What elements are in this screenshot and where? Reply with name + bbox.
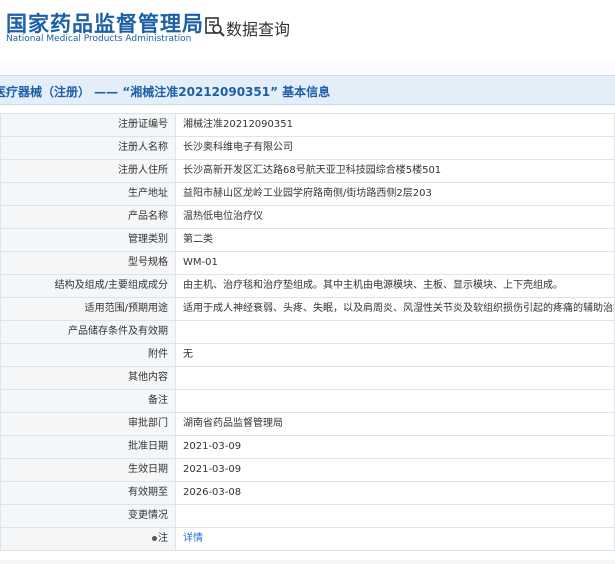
table-row: 生效日期 2021-03-09 <box>0 458 615 482</box>
row-label: 适用范围/预期用途 <box>0 297 176 321</box>
row-label: 审批部门 <box>0 412 176 436</box>
table-row: 审批部门 湖南省药品监督管理局 <box>0 412 615 436</box>
row-value <box>175 504 615 528</box>
table-row: 其他内容 <box>0 366 615 390</box>
row-value: 2021-03-09 <box>175 458 615 482</box>
table-bottom-edge <box>0 560 615 564</box>
row-value: 湘械注准20212090351 <box>175 113 615 137</box>
table-row: 注册人名称 长沙奥科维电子有限公司 <box>0 136 615 160</box>
row-value <box>175 389 615 413</box>
table-row: 适用范围/预期用途 适用于成人神经衰弱、头疼、失眠，以及肩周炎、风湿性关节炎及软… <box>0 297 615 321</box>
table-row: 批准日期 2021-03-09 <box>0 435 615 459</box>
row-label: 附件 <box>0 343 176 367</box>
site-header: 国家药品监督管理局 National Medical Products Admi… <box>0 0 615 60</box>
row-label: 注册证编号 <box>0 113 176 137</box>
search-document-icon <box>205 17 225 37</box>
table-row: 备注 <box>0 389 615 413</box>
table-row: 产品储存条件及有效期 <box>0 320 615 344</box>
table-row: 结构及组成/主要组成成分 由主机、治疗毯和治疗垫组成。其中主机由电源模块、主板、… <box>0 274 615 298</box>
row-label: 管理类别 <box>0 228 176 252</box>
row-value: 2026-03-08 <box>175 481 615 505</box>
row-value: 湖南省药品监督管理局 <box>175 412 615 436</box>
note-label-text: 注 <box>158 533 168 544</box>
table-row: 型号规格 WM-01 <box>0 251 615 275</box>
row-value: 无 <box>175 343 615 367</box>
header-spacer <box>0 60 615 75</box>
row-label: 型号规格 <box>0 251 176 275</box>
row-label: 产品名称 <box>0 205 176 229</box>
table-row: 注册证编号 湘械注准20212090351 <box>0 113 615 137</box>
row-label: 生产地址 <box>0 182 176 206</box>
table-row: 注 详情 <box>0 527 615 551</box>
row-label: 产品储存条件及有效期 <box>0 320 176 344</box>
details-link[interactable]: 详情 <box>175 527 615 551</box>
detail-table: 注册证编号 湘械注准20212090351 注册人名称 长沙奥科维电子有限公司 … <box>0 113 615 551</box>
row-label: 有效期至 <box>0 481 176 505</box>
row-value: 适用于成人神经衰弱、头疼、失眠，以及肩周炎、风湿性关节炎及软组织损伤引起的疼痛的… <box>175 297 615 321</box>
note-row-label: 注 <box>0 527 176 551</box>
table-row: 注册人住所 长沙高新开发区汇达路68号航天亚卫科技园综合楼5楼501 <box>0 159 615 183</box>
row-value: 由主机、治疗毯和治疗垫组成。其中主机由电源模块、主板、显示模块、上下壳组成。 <box>175 274 615 298</box>
row-label: 结构及组成/主要组成成分 <box>0 274 176 298</box>
row-value <box>175 366 615 390</box>
record-title-bar: 医疗器械（注册） —— “湘械注准20212090351” 基本信息 <box>0 75 615 105</box>
info-dot-icon <box>152 535 157 541</box>
row-value: 益阳市赫山区龙岭工业园学府路南侧/街坊路西侧2层203 <box>175 182 615 206</box>
table-row: 有效期至 2026-03-08 <box>0 481 615 505</box>
logo-title-en[interactable]: National Medical Products Administration <box>6 34 191 44</box>
row-label: 其他内容 <box>0 366 176 390</box>
row-label: 注册人名称 <box>0 136 176 160</box>
table-row: 生产地址 益阳市赫山区龙岭工业园学府路南侧/街坊路西侧2层203 <box>0 182 615 206</box>
row-value: 2021-03-09 <box>175 435 615 459</box>
table-row: 变更情况 <box>0 504 615 528</box>
row-value: 第二类 <box>175 228 615 252</box>
record-title: 医疗器械（注册） —— “湘械注准20212090351” 基本信息 <box>0 85 331 99</box>
table-row: 产品名称 温热低电位治疗仪 <box>0 205 615 229</box>
table-row: 附件 无 <box>0 343 615 367</box>
row-label: 批准日期 <box>0 435 176 459</box>
row-label: 变更情况 <box>0 504 176 528</box>
table-row: 管理类别 第二类 <box>0 228 615 252</box>
row-value: WM-01 <box>175 251 615 275</box>
row-label: 注册人住所 <box>0 159 176 183</box>
row-value <box>175 320 615 344</box>
row-value: 温热低电位治疗仪 <box>175 205 615 229</box>
data-query-title: 数据查询 <box>226 20 291 39</box>
row-label: 生效日期 <box>0 458 176 482</box>
row-value: 长沙高新开发区汇达路68号航天亚卫科技园综合楼5楼501 <box>175 159 615 183</box>
row-value: 长沙奥科维电子有限公司 <box>175 136 615 160</box>
row-label: 备注 <box>0 389 176 413</box>
